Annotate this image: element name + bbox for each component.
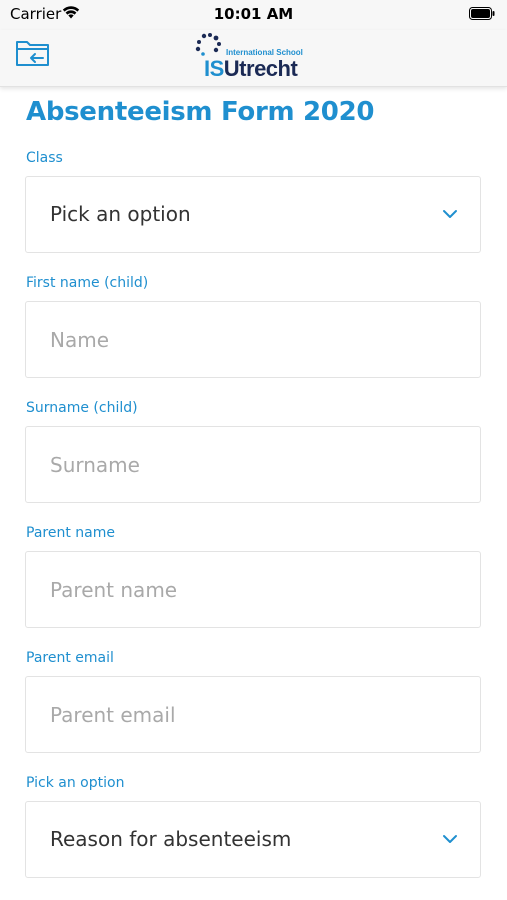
status-time: 10:01 AM (213, 5, 294, 23)
parent-email-input[interactable] (26, 677, 480, 752)
nav-bar: International School ISUtrecht (0, 30, 507, 87)
logo-wordmark: ISUtrecht (204, 56, 298, 82)
logo-is: IS (204, 56, 224, 81)
school-logo: International School ISUtrecht (192, 32, 322, 82)
parent-email-label: Parent email (26, 650, 114, 666)
first-name-input[interactable] (26, 302, 480, 377)
class-select-value: Pick an option (50, 202, 191, 226)
chevron-down-icon (443, 835, 457, 843)
status-bar: Carrier 10:01 AM (0, 0, 507, 30)
folder-back-icon[interactable] (15, 38, 51, 68)
parent-name-label: Parent name (26, 525, 115, 541)
reason-label: Pick an option (26, 775, 125, 791)
surname-field-box (25, 426, 481, 503)
logo-name: Utrecht (223, 56, 298, 81)
parent-email-field-box (25, 676, 481, 753)
class-select[interactable]: Pick an option (25, 176, 481, 253)
first-name-field-box (25, 301, 481, 378)
parent-name-input[interactable] (26, 552, 480, 627)
surname-input[interactable] (26, 427, 480, 502)
form-title: Absenteeism Form 2020 (26, 97, 375, 127)
reason-select[interactable]: Reason for absenteeism (25, 801, 481, 878)
chevron-down-icon (443, 210, 457, 218)
class-label: Class (26, 150, 63, 166)
first-name-label: First name (child) (26, 275, 149, 291)
battery-icon (469, 7, 495, 20)
surname-label: Surname (child) (26, 400, 138, 416)
reason-select-value: Reason for absenteeism (50, 827, 292, 851)
parent-name-field-box (25, 551, 481, 628)
